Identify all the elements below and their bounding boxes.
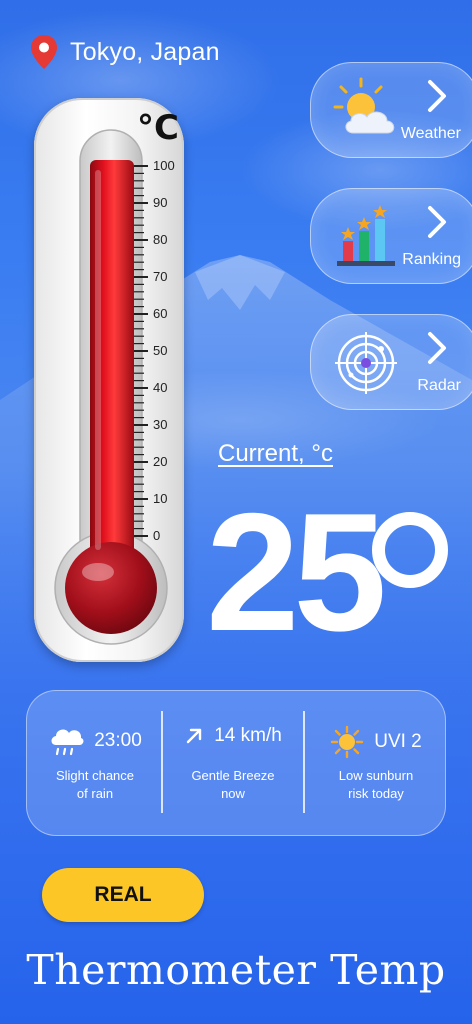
uv-desc-line2: risk today	[348, 786, 404, 801]
degree-symbol	[372, 512, 448, 588]
ranking-button[interactable]: Ranking	[310, 188, 472, 284]
uv-index: UVI 2	[374, 731, 422, 752]
scale-label: 60	[153, 306, 168, 321]
weather-button-label: Weather	[400, 125, 461, 142]
scale-label: 40	[153, 380, 168, 395]
wind-desc-line1: Gentle Breeze	[191, 768, 275, 783]
scale-label: 70	[153, 269, 168, 284]
weather-button[interactable]: Weather	[310, 62, 472, 158]
scale-label: 30	[153, 417, 168, 432]
wind-desc-line2: now	[221, 786, 245, 801]
thermometer-bulb	[65, 542, 157, 634]
real-button[interactable]: REAL	[42, 868, 204, 922]
rain-desc-line1: Slight chance	[55, 768, 135, 783]
current-label: Current, °c	[218, 440, 333, 467]
scale-label: 100	[153, 158, 175, 173]
sun-icon	[331, 725, 364, 759]
rain-desc-line2: of rain	[76, 786, 114, 801]
ranking-button-label: Ranking	[402, 251, 461, 268]
scale-label: 80	[153, 232, 168, 247]
chevron-right-icon	[428, 206, 446, 238]
scale-label: 90	[153, 195, 168, 210]
uv-desc-line1: Low sunburn	[338, 768, 414, 783]
wind-forecast: 14 km/h Gentle Breeze now	[163, 691, 303, 837]
rain-forecast: 23:00 Slight chance of rain	[27, 691, 163, 837]
scale-label: 10	[153, 491, 168, 506]
chevron-right-icon	[428, 332, 446, 364]
scale-label: 0	[153, 528, 161, 543]
rain-time: 23:00	[94, 730, 142, 751]
ranking-bars-icon	[337, 205, 395, 266]
scale-label: 20	[153, 454, 168, 469]
rain-cloud-icon	[51, 729, 84, 756]
thermometer-unit: °C	[137, 108, 179, 148]
scale-label: 50	[153, 343, 168, 358]
app-title: Thermometer Temp	[26, 946, 446, 994]
sun-cloud-icon	[333, 77, 395, 134]
arrow-up-right-icon	[187, 728, 202, 744]
current-temperature: 25	[206, 478, 387, 666]
uv-forecast: UVI 2 Low sunburn risk today	[305, 691, 447, 837]
radar-button-label: Radar	[417, 377, 461, 394]
wind-speed: 14 km/h	[214, 725, 282, 746]
forecast-info-card: 23:00 Slight chance of rain 14 km/h Gent…	[26, 690, 446, 836]
chevron-right-icon	[428, 80, 446, 112]
radar-button[interactable]: Radar	[310, 314, 472, 410]
radar-icon	[335, 332, 397, 394]
